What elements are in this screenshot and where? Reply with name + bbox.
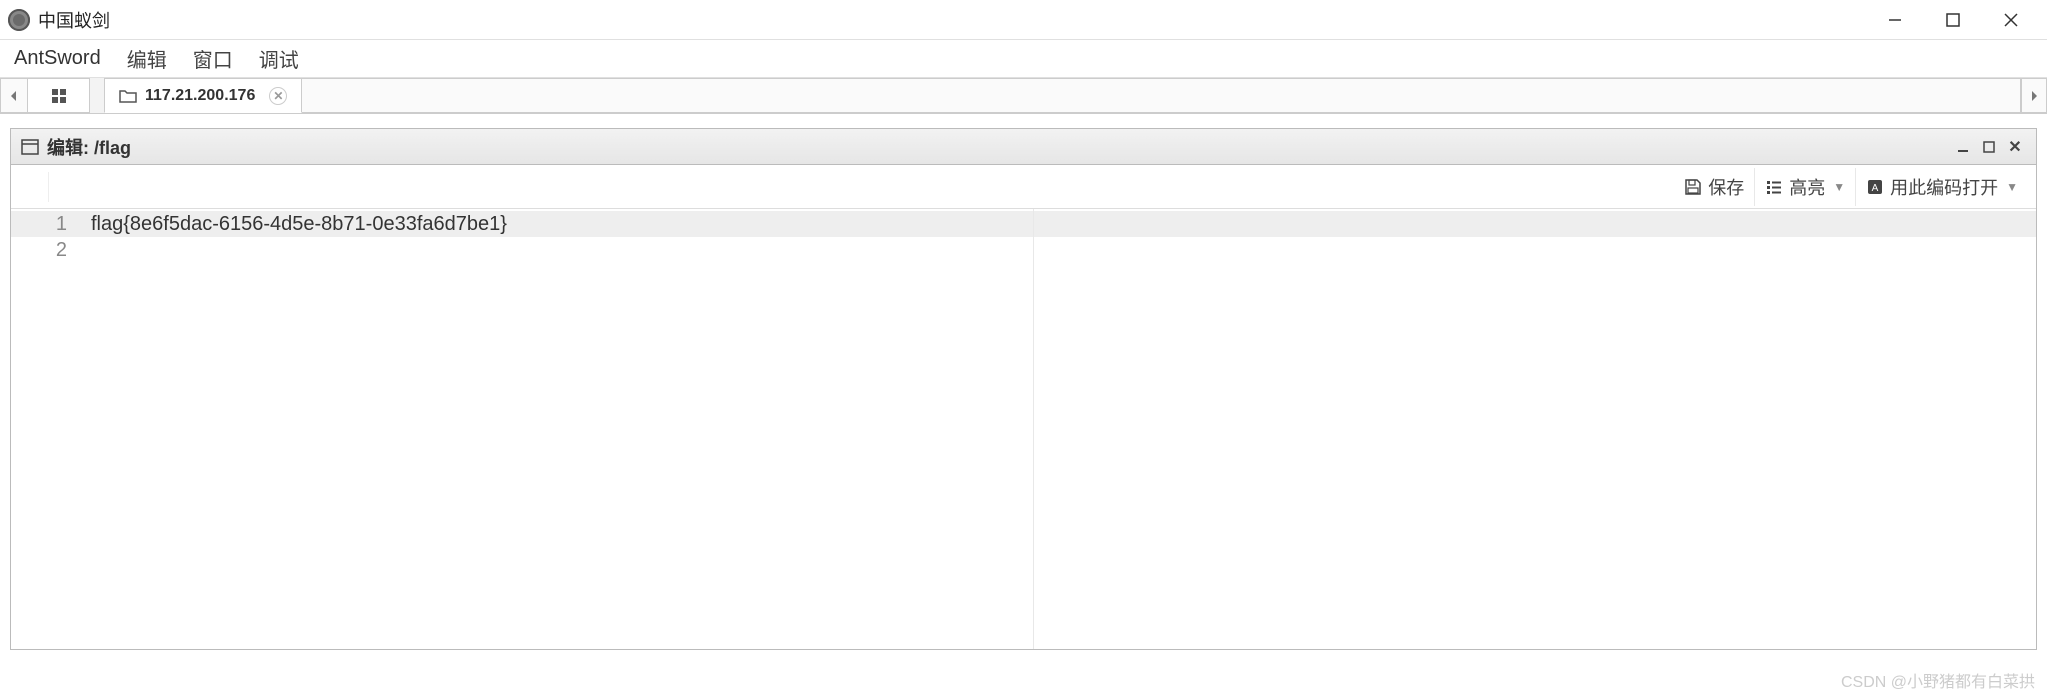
menu-window[interactable]: 窗口 — [189, 40, 237, 77]
tab-label: 117.21.200.176 — [145, 87, 255, 105]
save-button[interactable]: 保存 — [1674, 168, 1755, 206]
window-controls — [1885, 10, 2039, 30]
tab-active[interactable]: 117.21.200.176 ✕ — [104, 78, 302, 113]
tab-scroll-right[interactable] — [2021, 78, 2047, 113]
tab-scroll-left[interactable] — [0, 78, 28, 113]
panel-maximize-button[interactable] — [1978, 136, 2000, 158]
print-margin — [1033, 209, 1034, 649]
list-icon — [1765, 178, 1783, 196]
line-gutter: 1 2 — [11, 209, 83, 649]
home-grid-button[interactable] — [28, 78, 90, 113]
minimize-button[interactable] — [1885, 10, 1905, 30]
editor-panel: 编辑: /flag ✕ 保存 高亮 ▼ — [10, 128, 2037, 650]
window-icon — [21, 139, 39, 155]
close-button[interactable] — [2001, 10, 2021, 30]
window-title: 中国蚁剑 — [38, 7, 1885, 33]
folder-icon — [119, 88, 137, 104]
tab-close-icon[interactable]: ✕ — [269, 87, 287, 105]
encoding-label: 用此编码打开 — [1890, 174, 1998, 200]
code-line: flag{8e6f5dac-6156-4d5e-8b71-0e33fa6d7be… — [83, 211, 2036, 237]
encoding-button[interactable]: A 用此编码打开 ▼ — [1856, 168, 2028, 206]
panel-header: 编辑: /flag ✕ — [11, 129, 2036, 165]
code-editor[interactable]: 1 2 flag{8e6f5dac-6156-4d5e-8b71-0e33fa6… — [11, 209, 2036, 649]
line-number: 1 — [11, 211, 83, 237]
menu-debug[interactable]: 调试 — [255, 40, 303, 77]
code-line — [83, 237, 2036, 263]
panel-close-button[interactable]: ✕ — [2004, 136, 2026, 158]
menu-bar: AntSword 编辑 窗口 调试 — [0, 40, 2047, 78]
tab-spacer — [302, 78, 2021, 113]
code-content[interactable]: flag{8e6f5dac-6156-4d5e-8b71-0e33fa6d7be… — [83, 209, 2036, 649]
chevron-down-icon: ▼ — [2006, 180, 2018, 194]
encoding-icon: A — [1866, 178, 1884, 196]
maximize-button[interactable] — [1943, 10, 1963, 30]
save-label: 保存 — [1708, 174, 1744, 200]
menu-edit[interactable]: 编辑 — [123, 40, 171, 77]
panel-minimize-button[interactable] — [1952, 136, 1974, 158]
highlight-button[interactable]: 高亮 ▼ — [1755, 168, 1856, 206]
line-number: 2 — [11, 237, 83, 263]
window-title-bar: 中国蚁剑 — [0, 0, 2047, 40]
watermark: CSDN @小野猪都有白菜拱 — [1841, 668, 2035, 692]
save-icon — [1684, 178, 1702, 196]
editor-toolbar: 保存 高亮 ▼ A 用此编码打开 ▼ — [11, 165, 2036, 209]
chevron-down-icon: ▼ — [1833, 180, 1845, 194]
app-icon — [8, 9, 30, 31]
tab-bar: 117.21.200.176 ✕ — [0, 78, 2047, 114]
svg-text:A: A — [1872, 183, 1879, 194]
toolbar-leading — [19, 172, 49, 202]
highlight-label: 高亮 — [1789, 174, 1825, 200]
menu-brand[interactable]: AntSword — [10, 43, 105, 74]
panel-title: 编辑: /flag — [47, 134, 1948, 160]
